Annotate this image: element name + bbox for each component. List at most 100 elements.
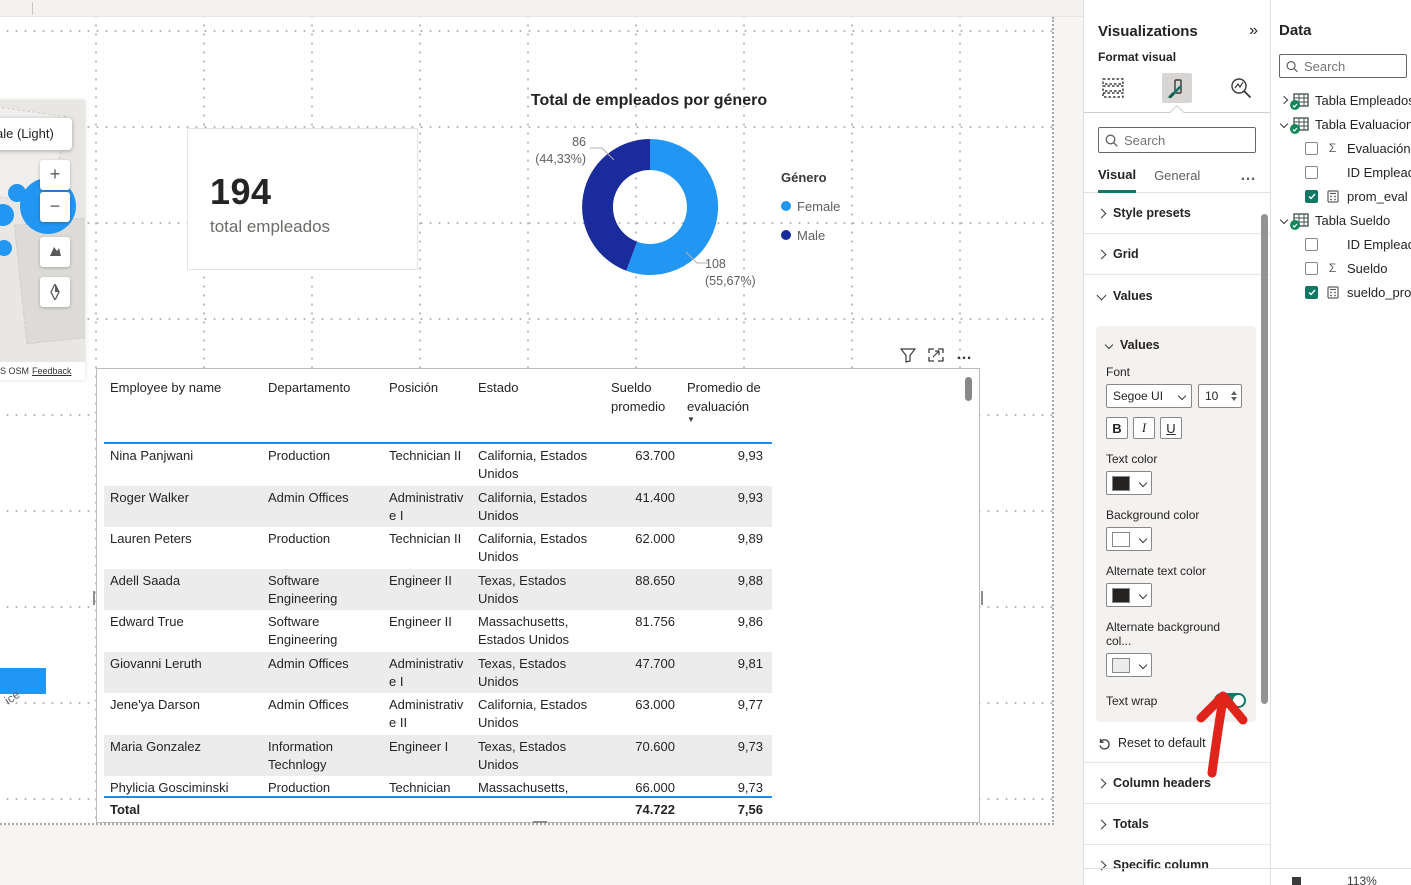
table-row[interactable]: Maria GonzalezInformation TechnlogyEngin… — [104, 735, 772, 777]
section-values[interactable]: Values — [1084, 275, 1270, 316]
data-search-box[interactable] — [1279, 54, 1407, 78]
format-visual-icon[interactable] — [1162, 73, 1192, 103]
table-visual[interactable]: Employee by name Departamento Posición E… — [96, 368, 980, 823]
section-totals[interactable]: Totals — [1084, 804, 1270, 845]
visual-header-toolbar: … — [900, 346, 984, 364]
checkbox-checked[interactable] — [1305, 286, 1318, 299]
tree-field-sueldo[interactable]: Σ Sueldo — [1271, 256, 1411, 280]
data-panel: Data Tabla Empleados Tabla Evaluacion Σ … — [1270, 0, 1411, 885]
map-attribution: S OSM — [0, 366, 29, 376]
font-size-stepper[interactable]: 10 — [1198, 384, 1242, 408]
column-header-sorted[interactable]: Promedio de evaluación ▼ — [681, 375, 769, 442]
map-bubble[interactable] — [8, 184, 26, 202]
field-tree: Tabla Empleados Tabla Evaluacion Σ Evalu… — [1271, 88, 1411, 304]
employee-table: Employee by name Departamento Posición E… — [104, 375, 772, 822]
column-header[interactable]: Sueldo promedio — [605, 375, 681, 442]
legend-item-male[interactable]: Male — [781, 224, 840, 246]
bar-chart-bar[interactable] — [0, 668, 46, 694]
table-scrollbar[interactable] — [965, 377, 972, 401]
map-zoom-out-button[interactable]: − — [40, 192, 70, 222]
checkbox-unchecked[interactable] — [1305, 166, 1318, 179]
table-row[interactable]: Jene'ya DarsonAdmin OfficesAdministrativ… — [104, 693, 772, 735]
tabs-more-icon[interactable]: … — [1240, 167, 1256, 193]
tab-visual[interactable]: Visual — [1098, 167, 1136, 193]
calculator-icon — [1324, 286, 1341, 299]
tree-table-empleados[interactable]: Tabla Empleados — [1271, 88, 1411, 112]
build-visual-icon[interactable] — [1098, 73, 1128, 103]
legend-dot-female — [781, 201, 791, 211]
analytics-icon[interactable] — [1226, 73, 1256, 103]
toolbar-divider — [32, 2, 33, 15]
section-style-presets[interactable]: Style presets — [1084, 193, 1270, 234]
tree-field-id-empleado[interactable]: ID Emplead — [1271, 160, 1411, 184]
resize-handle-right[interactable] — [981, 591, 983, 605]
values-subsection[interactable]: Values — [1106, 338, 1246, 352]
search-icon — [1286, 60, 1298, 73]
font-family-dropdown[interactable]: Segoe UI — [1106, 384, 1192, 408]
italic-button[interactable]: I — [1133, 417, 1155, 439]
alt-background-color-dropdown[interactable] — [1106, 653, 1152, 677]
column-header[interactable]: Departamento — [262, 375, 383, 442]
chevron-down-icon — [1139, 591, 1147, 599]
table-row[interactable]: Roger WalkerAdmin OfficesAdministrative … — [104, 486, 772, 528]
map-compass-button[interactable] — [40, 277, 70, 307]
legend-item-female[interactable]: Female — [781, 195, 840, 217]
table-row[interactable]: Edward TrueSoftware EngineeringEngineer … — [104, 610, 772, 652]
tab-general[interactable]: General — [1154, 168, 1200, 191]
background-color-dropdown[interactable] — [1106, 527, 1152, 551]
data-search-input[interactable] — [1304, 59, 1400, 74]
underline-button[interactable]: U — [1160, 417, 1182, 439]
sort-descending-icon: ▼ — [687, 416, 763, 424]
card-value: 194 — [210, 171, 272, 213]
legend-title: Género — [781, 170, 840, 185]
card-visual-total-empleados[interactable]: 194 total empleados — [187, 128, 418, 270]
red-annotation-arrow — [1190, 685, 1260, 780]
tree-field-evaluacion[interactable]: Σ Evaluación — [1271, 136, 1411, 160]
tree-field-sueldo-prom[interactable]: sueldo_pro — [1271, 280, 1411, 304]
focus-mode-icon[interactable] — [928, 348, 944, 362]
table-row[interactable]: Adell SaadaSoftware EngineeringEngineer … — [104, 569, 772, 611]
section-specific-column[interactable]: Specific column — [1084, 845, 1270, 885]
column-header[interactable]: Estado — [472, 375, 605, 442]
more-options-icon[interactable]: … — [956, 350, 973, 360]
collapse-panel-icon[interactable]: » — [1249, 22, 1258, 40]
donut-chart-visual[interactable]: Total de empleados por género 86 (44,33%… — [518, 90, 884, 312]
map-bubble[interactable] — [0, 240, 12, 256]
map-style-label: ale (Light) — [0, 118, 72, 150]
map-bubble[interactable] — [0, 204, 14, 226]
column-header[interactable]: Employee by name — [104, 375, 262, 442]
table-row[interactable]: Giovanni LeruthAdmin OfficesAdministrati… — [104, 652, 772, 694]
bold-button[interactable]: B — [1106, 417, 1128, 439]
sigma-icon: Σ — [1324, 261, 1341, 275]
tree-table-evaluacion[interactable]: Tabla Evaluacion — [1271, 112, 1411, 136]
alt-text-color-dropdown[interactable] — [1106, 583, 1152, 607]
checkbox-checked[interactable] — [1305, 190, 1318, 203]
map-visual[interactable]: ale (Light) + − S OSMFeedback — [0, 100, 85, 380]
chevron-down-icon — [1139, 535, 1147, 543]
format-search-input[interactable] — [1124, 133, 1234, 148]
table-row[interactable]: Nina PanjwaniProductionTechnician IICali… — [104, 444, 772, 486]
table-row[interactable]: Lauren PetersProductionTechnician IICali… — [104, 527, 772, 569]
checkbox-unchecked[interactable] — [1305, 142, 1318, 155]
resize-handle-left[interactable] — [93, 591, 95, 605]
text-color-dropdown[interactable] — [1106, 471, 1152, 495]
table-row[interactable]: Phylicia GosciminskiProductionTechnician… — [104, 776, 772, 796]
checkbox-unchecked[interactable] — [1305, 262, 1318, 275]
checkbox-unchecked[interactable] — [1305, 238, 1318, 251]
format-pane-scrollbar[interactable] — [1261, 214, 1268, 704]
chevron-right-icon — [1097, 819, 1107, 829]
format-search-box[interactable] — [1098, 127, 1256, 153]
tree-field-id-empleado-sueldo[interactable]: ID Emplead — [1271, 232, 1411, 256]
column-header[interactable]: Posición — [383, 375, 472, 442]
map-tilt-button[interactable] — [40, 237, 70, 267]
tree-field-prom-eval[interactable]: prom_eval — [1271, 184, 1411, 208]
top-toolbar-strip — [0, 0, 1083, 17]
chevron-down-icon — [1105, 341, 1113, 349]
map-feedback-link[interactable]: Feedback — [32, 366, 72, 376]
filter-icon[interactable] — [900, 348, 916, 363]
section-grid[interactable]: Grid — [1084, 234, 1270, 275]
tree-table-sueldo[interactable]: Tabla Sueldo — [1271, 208, 1411, 232]
stepper-arrows-icon[interactable] — [1231, 391, 1237, 401]
background-color-label: Background color — [1106, 508, 1246, 522]
map-zoom-in-button[interactable]: + — [40, 160, 70, 190]
